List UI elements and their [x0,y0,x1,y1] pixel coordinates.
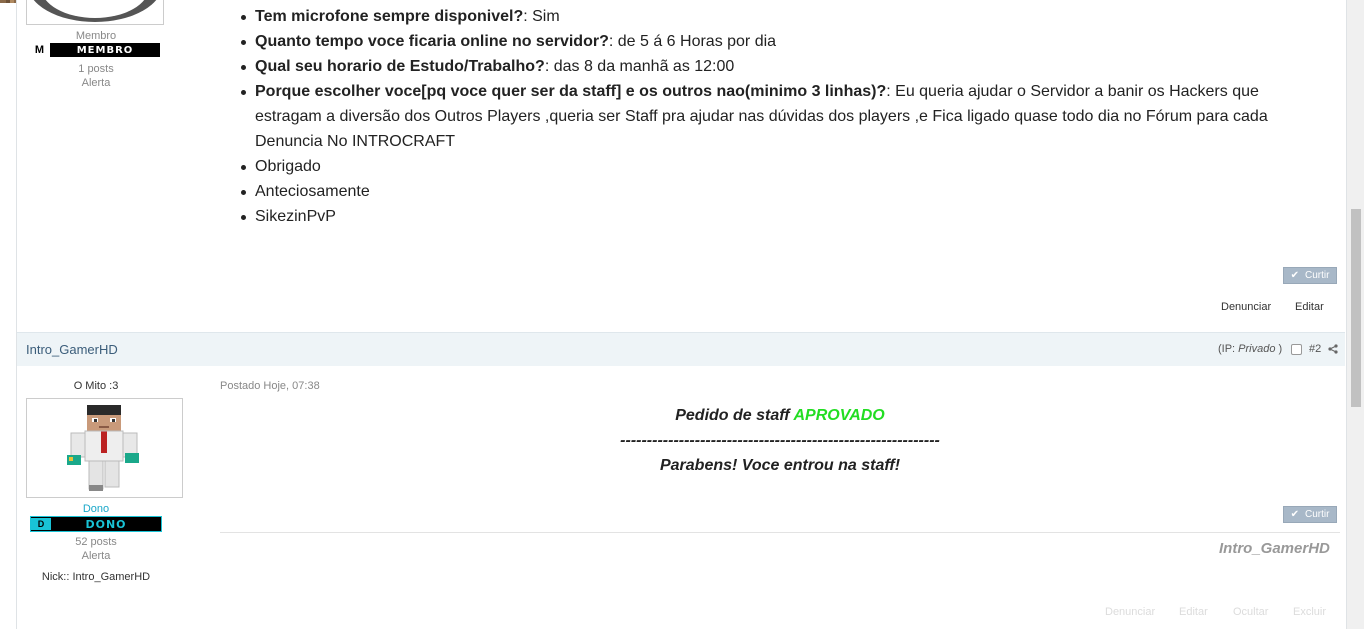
avatar [26,0,164,25]
user-rank-title: Dono [82,503,110,515]
post-header [17,332,1345,366]
post-body: Pedido de staff APROVADO ---------------… [220,403,1340,478]
like-button[interactable]: ✔ Curtir [1283,267,1337,284]
like-label: Curtir [1304,270,1330,281]
ip-info: (IP: Privado ) [1218,343,1283,355]
post-count: 52 posts [75,536,117,548]
select-post-checkbox[interactable] [1291,344,1302,355]
minecraft-skin-avatar [67,405,139,491]
list-item: SikezinPvP [241,204,1325,229]
report-link[interactable]: Denunciar [1221,301,1271,313]
list-item: Anteciosamente [241,179,1325,204]
rank-badge: D DONO [30,516,162,532]
check-icon: ✔ [1290,509,1299,520]
rank-badge-letter: D [31,518,51,530]
list-item: Tem microfone sempre disponivel?: Sim [241,4,1325,29]
rank-badge-text: MEMBRO [76,44,134,56]
body-line-1: Pedido de staff APROVADO [675,407,885,424]
rank-badge-letter: M [30,43,50,57]
signature: Intro_GamerHD [1219,540,1330,557]
report-link[interactable]: Denunciar [1105,606,1155,618]
alert-link[interactable]: Alerta [26,550,166,562]
like-button[interactable]: ✔ Curtir [1283,506,1337,523]
scrollbar-thumb[interactable] [1351,209,1361,407]
body-line-2: ----------------------------------------… [620,432,940,449]
edit-link[interactable]: Editar [1295,301,1324,313]
delete-link[interactable]: Excluir [1293,606,1326,618]
hide-link[interactable]: Ocultar [1233,606,1268,618]
post-number-link[interactable]: #2 [1309,343,1321,355]
rank-badge: M MEMBRO [30,43,160,57]
signature-divider [220,532,1340,533]
list-item: Porque escolher voce[pq voce quer ser da… [241,79,1325,154]
post-date: Postado Hoje, 07:38 [220,380,320,392]
check-icon: ✔ [1290,270,1299,281]
list-item: Obrigado [241,154,1325,179]
body-line-3: Parabens! Voce entrou na staff! [659,457,901,474]
user-rank-title: Membro [75,30,117,42]
edit-link[interactable]: Editar [1179,606,1208,618]
list-item: Qual seu horario de Estudo/Trabalho?: da… [241,54,1325,79]
like-label: Curtir [1304,509,1330,520]
share-icon[interactable] [1328,344,1338,354]
user-title: O Mito :3 [73,380,119,392]
post-author-link[interactable]: Intro_GamerHD [26,342,118,357]
avatar[interactable] [26,398,183,498]
rank-badge-text: DONO [85,517,127,531]
alert-link[interactable]: Alerta [26,77,166,89]
nick-field: Nick:: Intro_GamerHD [41,571,151,583]
application-answers-list: Tem microfone sempre disponivel?: Sim Qu… [241,4,1325,229]
list-item: Quanto tempo voce ficaria online no serv… [241,29,1325,54]
post-count: 1 posts [78,63,114,75]
